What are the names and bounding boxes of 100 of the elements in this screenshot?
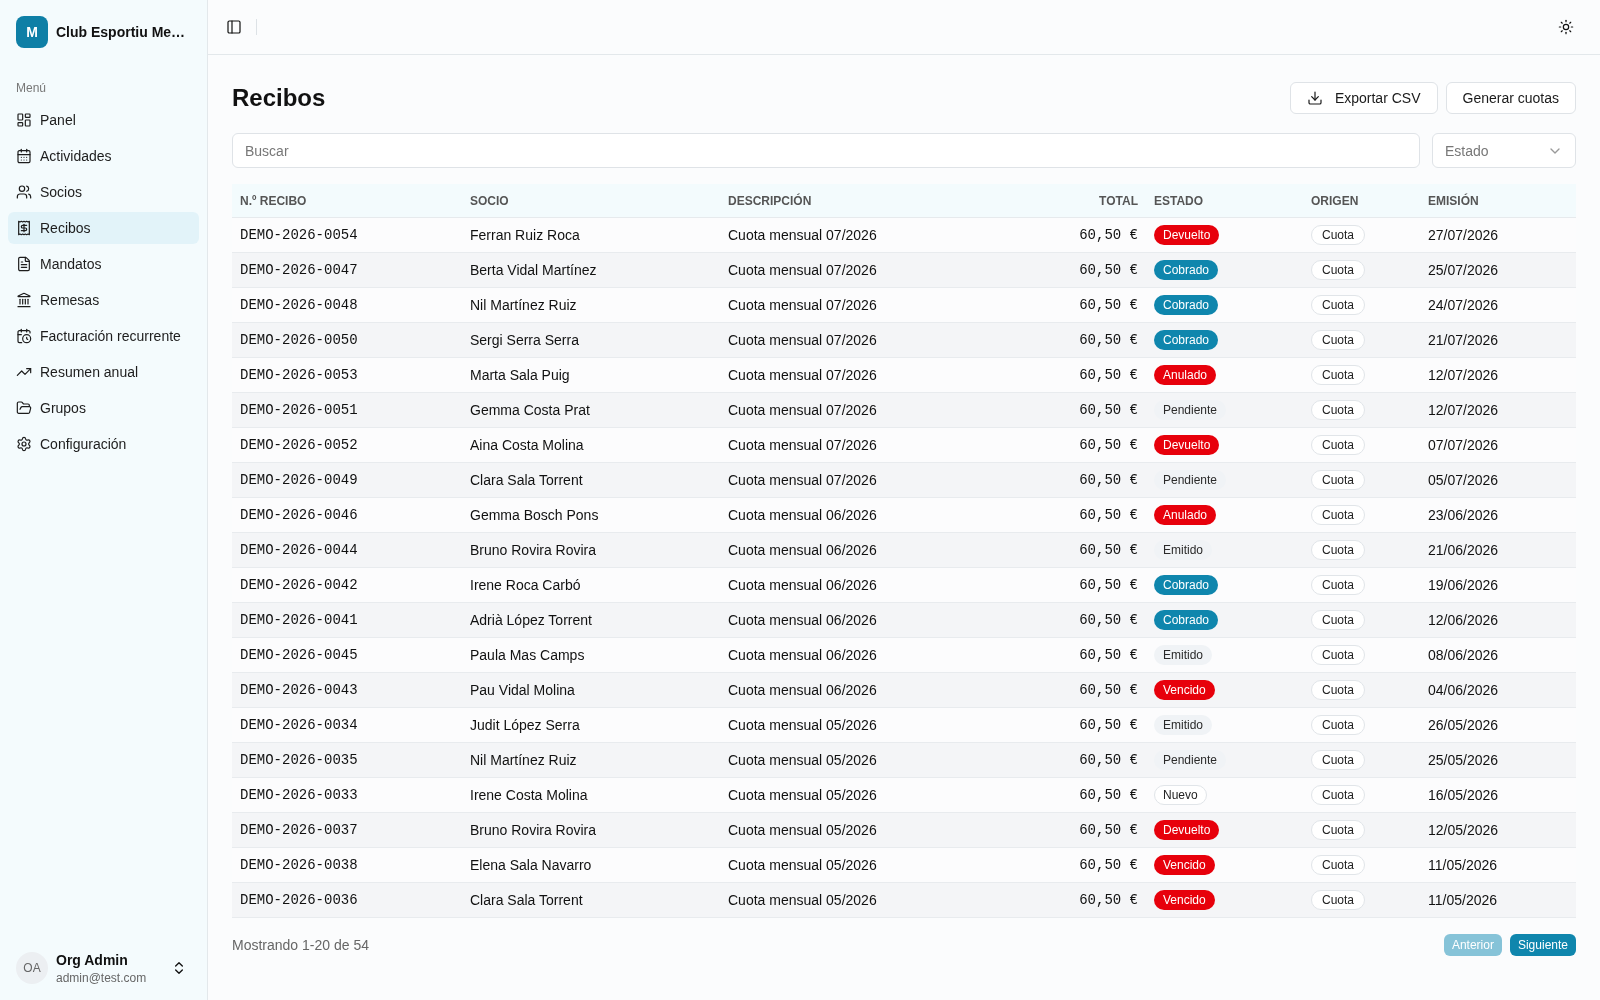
table-cell: Cuota mensual 07/2026 xyxy=(728,471,877,488)
origin-badge: Cuota xyxy=(1311,680,1366,700)
table-cell: 60,50 € xyxy=(1079,787,1138,803)
table-cell: Elena Sala Navarro xyxy=(470,856,592,873)
status-badge: Cobrado xyxy=(1154,260,1219,280)
status-badge: Pendiente xyxy=(1154,400,1227,420)
table-cell: Nil Martínez Ruiz xyxy=(470,296,577,313)
table-cell: 60,50 € xyxy=(1079,682,1138,698)
table-cell: Cuota mensual 05/2026 xyxy=(728,891,877,908)
sidebar-item[interactable]: Mandatos xyxy=(8,248,199,280)
sidebar-item[interactable]: Grupos xyxy=(8,392,199,424)
origin-badge: Cuota xyxy=(1311,540,1366,560)
sidebar-item[interactable]: Configuración xyxy=(8,428,199,460)
origin-badge: Cuota xyxy=(1311,610,1366,630)
table-cell: 60,50 € xyxy=(1079,507,1138,523)
table-cell: Cuota mensual 07/2026 xyxy=(728,226,877,243)
generate-button[interactable]: Generar cuotas xyxy=(1445,82,1576,114)
origin-badge: Cuota xyxy=(1311,715,1366,735)
search-field[interactable]: Buscar xyxy=(232,133,1420,168)
table-cell: Cuota mensual 07/2026 xyxy=(728,261,877,278)
sidebar-item[interactable]: Resumen anual xyxy=(8,356,199,388)
status-badge: Devuelto xyxy=(1154,225,1220,245)
sidebar-item[interactable]: Socios xyxy=(8,176,199,208)
section-label: Menú xyxy=(15,80,48,97)
table-cell: Cuota mensual 07/2026 xyxy=(728,436,877,453)
calendar-clock-icon xyxy=(16,328,32,344)
sidebar-item[interactable]: Facturación recurrente xyxy=(8,320,199,352)
status-badge: Anulado xyxy=(1154,505,1217,525)
sidebar-item[interactable]: Panel xyxy=(8,104,199,136)
table-cell: DEMO-2026-0048 xyxy=(240,297,358,313)
status-badge: Vencido xyxy=(1154,855,1215,875)
table-cell: DEMO-2026-0047 xyxy=(240,262,358,278)
table-cell: DEMO-2026-0042 xyxy=(240,577,358,593)
origin-badge: Cuota xyxy=(1311,890,1366,910)
table-cell: 60,50 € xyxy=(1079,822,1138,838)
table-cell: Cuota mensual 05/2026 xyxy=(728,751,877,768)
table-cell: Berta Vidal Martínez xyxy=(470,261,597,278)
sun-icon xyxy=(1558,19,1574,35)
origin-badge: Cuota xyxy=(1311,435,1366,455)
table-cell: DEMO-2026-0043 xyxy=(240,682,358,698)
sidebar-item[interactable]: Recibos xyxy=(8,212,199,244)
origin-badge: Cuota xyxy=(1311,470,1366,490)
sidebar-item[interactable]: Actividades xyxy=(8,140,199,172)
status-select[interactable]: Estado xyxy=(1432,133,1576,168)
origin-badge: Cuota xyxy=(1311,295,1366,315)
table-cell: Adrià López Torrent xyxy=(470,611,592,628)
table-cell: Bruno Rovira Rovira xyxy=(470,821,597,838)
table-cell: 60,50 € xyxy=(1079,542,1138,558)
table-cell: Clara Sala Torrent xyxy=(470,891,583,908)
table-cell: Judit López Serra xyxy=(470,716,580,733)
receipt-icon xyxy=(16,220,32,236)
table-cell: Cuota mensual 06/2026 xyxy=(728,646,877,663)
table-cell: Bruno Rovira Rovira xyxy=(470,541,597,558)
table-cell: Cuota mensual 05/2026 xyxy=(728,716,877,733)
table-cell: 26/05/2026 xyxy=(1428,716,1499,733)
user-menu-button[interactable]: OA Org Admin admin@test.com xyxy=(8,944,199,992)
org-logo: M xyxy=(16,16,48,48)
table-cell: DEMO-2026-0052 xyxy=(240,437,358,453)
export-button[interactable]: Exportar CSV xyxy=(1289,82,1438,114)
status-badge: Cobrado xyxy=(1154,295,1219,315)
column-header: ESTADO xyxy=(1154,194,1204,209)
table-cell: DEMO-2026-0046 xyxy=(240,507,358,523)
origin-badge: Cuota xyxy=(1311,575,1366,595)
table-cell: 24/07/2026 xyxy=(1428,296,1499,313)
table-cell: Cuota mensual 07/2026 xyxy=(728,401,877,418)
status-badge: Cobrado xyxy=(1154,575,1219,595)
user-name: Org Admin xyxy=(56,951,129,970)
origin-badge: Cuota xyxy=(1311,645,1366,665)
table-cell: 21/07/2026 xyxy=(1428,331,1499,348)
table-cell: 60,50 € xyxy=(1079,297,1138,313)
table-cell: Paula Mas Camps xyxy=(470,646,585,663)
table-cell: DEMO-2026-0037 xyxy=(240,822,358,838)
table-cell: Marta Sala Puig xyxy=(470,366,570,383)
status-badge: Emitido xyxy=(1154,715,1212,735)
table-cell: 21/06/2026 xyxy=(1428,541,1499,558)
status-badge: Cobrado xyxy=(1154,610,1219,630)
table-cell: DEMO-2026-0054 xyxy=(240,227,358,243)
table-cell: Clara Sala Torrent xyxy=(470,471,583,488)
user-avatar: OA xyxy=(16,952,48,984)
status-badge: Pendiente xyxy=(1154,470,1227,490)
sidebar-icon xyxy=(226,19,242,35)
settings-icon xyxy=(16,436,32,452)
table-cell: 60,50 € xyxy=(1079,647,1138,663)
table-cell: 60,50 € xyxy=(1079,472,1138,488)
page-title: Recibos xyxy=(232,83,326,113)
table-cell: Cuota mensual 06/2026 xyxy=(728,611,877,628)
table-cell: DEMO-2026-0050 xyxy=(240,332,358,348)
table-cell: 07/07/2026 xyxy=(1428,436,1499,453)
origin-badge: Cuota xyxy=(1311,820,1366,840)
table-cell: 23/06/2026 xyxy=(1428,506,1499,523)
table-cell: Cuota mensual 06/2026 xyxy=(728,576,877,593)
dashboard-icon xyxy=(16,112,32,128)
table-cell: 60,50 € xyxy=(1079,752,1138,768)
sidebar-item[interactable]: Remesas xyxy=(8,284,199,316)
status-badge: Devuelto xyxy=(1154,435,1220,455)
status-badge: Cobrado xyxy=(1154,330,1219,350)
next-button[interactable]: Siguiente xyxy=(1509,933,1576,956)
status-badge: Emitido xyxy=(1154,540,1212,560)
calendar-icon xyxy=(16,148,32,164)
table-cell: 25/07/2026 xyxy=(1428,261,1499,278)
